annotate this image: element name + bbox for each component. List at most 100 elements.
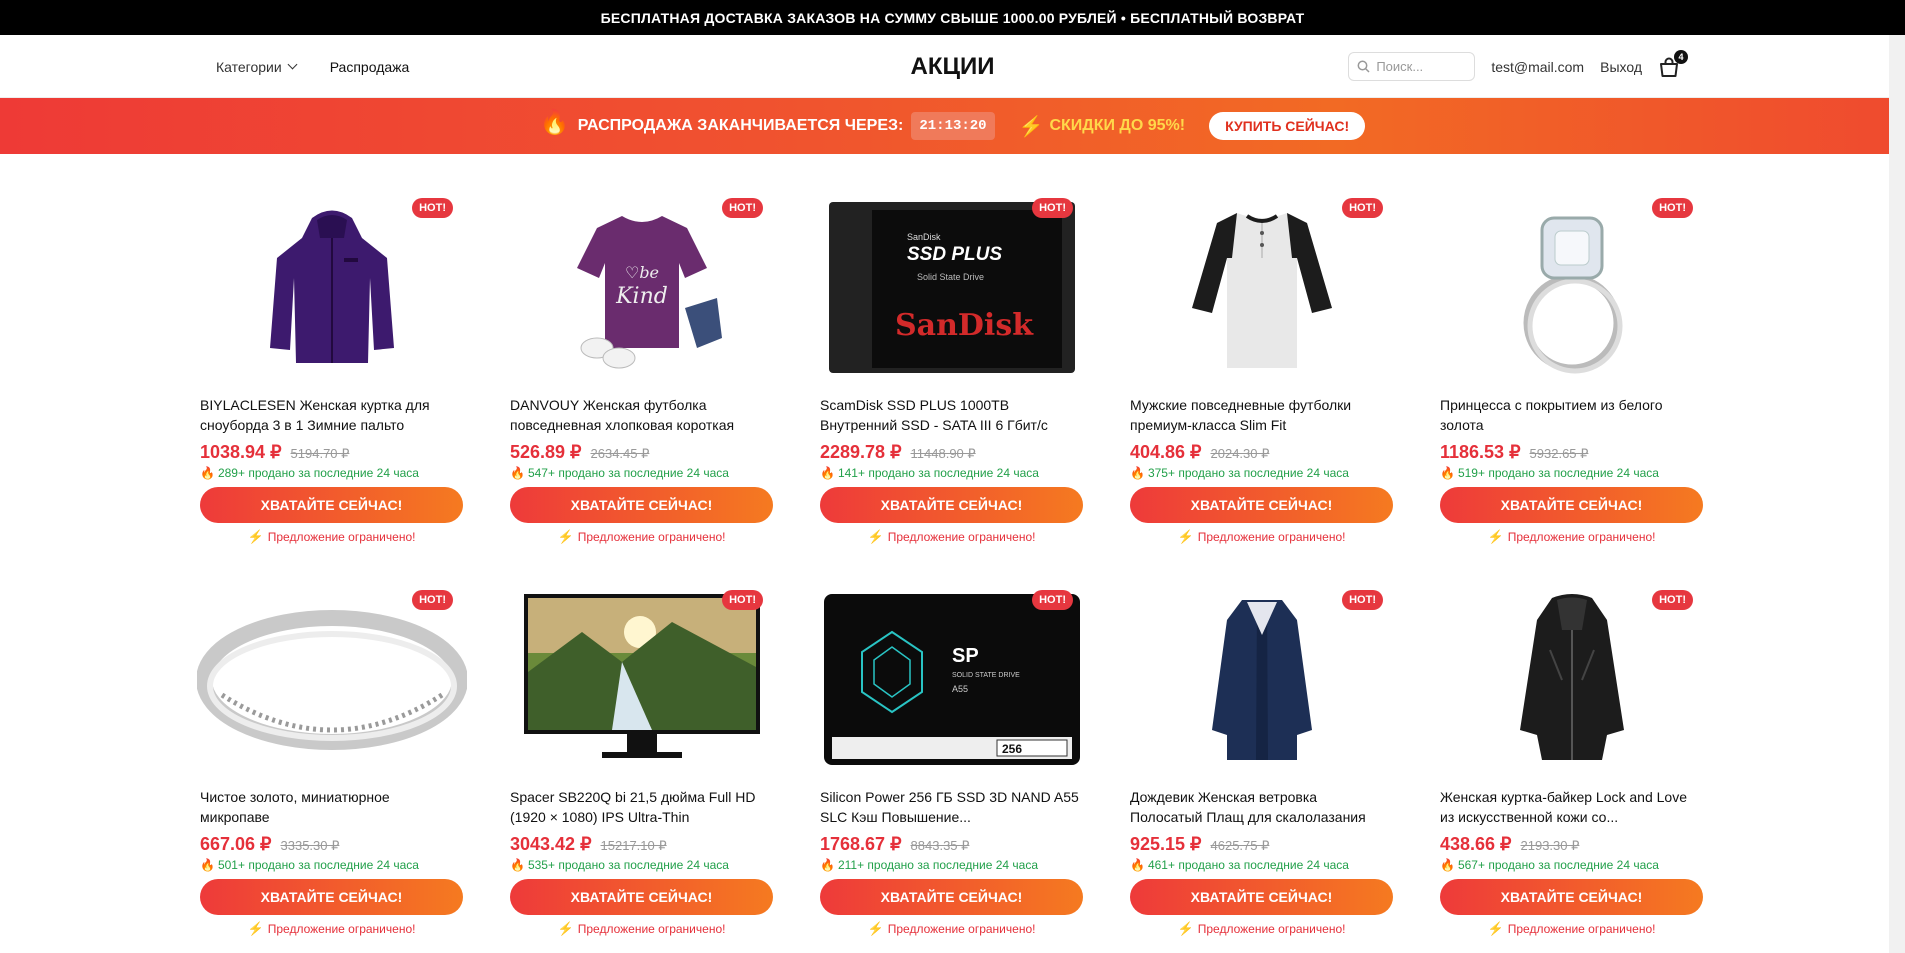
price-row: 1038.94 ₽ 5194.70 ₽ <box>200 442 463 463</box>
old-price: 8843.35 ₽ <box>910 838 970 853</box>
limited-offer: ⚡ Предложение ограничено! <box>510 921 773 937</box>
grab-now-button[interactable]: ХВАТАЙТЕ СЕЙЧАС! <box>1130 879 1393 915</box>
product-image[interactable]: HOT! <box>1440 195 1703 385</box>
product-image[interactable]: HOT! ♡be Kind <box>510 195 773 385</box>
sale-link[interactable]: Распродажа <box>330 59 410 75</box>
old-price: 11448.90 ₽ <box>910 446 976 461</box>
sold-text: 461+ продано за последние 24 часа <box>1147 858 1349 872</box>
grab-now-button[interactable]: ХВАТАЙТЕ СЕЙЧАС! <box>200 879 463 915</box>
old-price: 15217.10 ₽ <box>600 838 667 853</box>
product-name[interactable]: DANVOUY Женская футболка повседневная хл… <box>510 395 773 435</box>
grab-now-button[interactable]: ХВАТАЙТЕ СЕЙЧАС! <box>820 879 1083 915</box>
product-price: 667.06 ₽ <box>200 834 272 854</box>
silver-band-image <box>195 600 468 765</box>
search-input[interactable] <box>1376 59 1467 74</box>
product-image[interactable]: HOT! <box>510 587 773 777</box>
fire-icon: 🔥 <box>1130 858 1145 872</box>
product-card[interactable]: HOT! Принцесса с покрытием из белого зол… <box>1440 195 1703 550</box>
product-card[interactable]: HOT! SanDisk SSD PLUS Solid State Drive San… <box>820 195 1083 550</box>
product-price: 925.15 ₽ <box>1130 834 1202 854</box>
product-name[interactable]: ScamDisk SSD PLUS 1000TB Внутренний SSD … <box>820 395 1083 435</box>
product-card[interactable]: HOT! SP SOLID STATE DRIVE A55 256 Silicon P… <box>820 587 1083 942</box>
product-image[interactable]: HOT! SanDisk SSD PLUS Solid State Drive San… <box>820 195 1083 385</box>
header-nav: Категории Распродажа <box>216 35 409 98</box>
search-icon <box>1357 60 1370 73</box>
limited-text: Предложение ограничено! <box>1197 530 1346 544</box>
product-price: 1038.94 ₽ <box>200 442 282 462</box>
product-name[interactable]: Принцесса с покрытием из белого золота <box>1440 395 1703 435</box>
grab-now-button[interactable]: ХВАТАЙТЕ СЕЙЧАС! <box>510 487 773 523</box>
product-image[interactable]: HOT! <box>195 587 468 777</box>
product-name[interactable]: BIYLACLESEN Женская куртка для сноуборда… <box>200 395 463 435</box>
product-card[interactable]: HOT! Дождевик Женская ветровка Полосатый… <box>1130 587 1393 942</box>
price-row: 667.06 ₽ 3335.30 ₽ <box>200 834 463 855</box>
product-card[interactable]: HOT! Женская куртка-байкер Lock and Love… <box>1440 587 1703 942</box>
product-name[interactable]: Silicon Power 256 ГБ SSD 3D NAND A55 SLC… <box>820 787 1083 827</box>
limited-text: Предложение ограничено! <box>1507 530 1656 544</box>
svg-text:A55: A55 <box>952 684 968 694</box>
product-card[interactable]: HOT! Spacer SB220Q bi 21,5 дюйма Full HD… <box>510 587 773 942</box>
product-card[interactable]: HOT! Чистое золото, миниатюрное микропав… <box>195 587 468 942</box>
sold-count: 🔥 547+ продано за последние 24 часа <box>510 466 773 480</box>
bolt-icon: ⚡ <box>1177 529 1194 544</box>
price-row: 526.89 ₽ 2634.45 ₽ <box>510 442 773 463</box>
search-box[interactable] <box>1348 52 1476 81</box>
product-price: 3043.42 ₽ <box>510 834 592 854</box>
purple-jacket-image <box>262 198 402 383</box>
svg-text:SP: SP <box>952 645 979 667</box>
svg-text:SanDisk: SanDisk <box>895 308 1034 343</box>
categories-label: Категории <box>216 58 282 75</box>
page-scrollbar[interactable] <box>1889 35 1905 953</box>
grab-now-button[interactable]: ХВАТАЙТЕ СЕЙЧАС! <box>200 487 463 523</box>
product-name[interactable]: Дождевик Женская ветровка Полосатый Плащ… <box>1130 787 1393 827</box>
bolt-icon: ⚡ <box>247 921 264 936</box>
product-name[interactable]: Женская куртка-байкер Lock and Love из и… <box>1440 787 1703 827</box>
hot-badge: HOT! <box>1342 198 1383 218</box>
cart-button[interactable]: 4 <box>1658 49 1688 78</box>
site-header: Категории Распродажа АКЦИИ test@mail.com… <box>0 35 1905 98</box>
svg-text:Solid State Drive: Solid State Drive <box>917 272 984 282</box>
limited-offer: ⚡ Предложение ограничено! <box>1130 921 1393 937</box>
product-name[interactable]: Чистое золото, миниатюрное микропаве <box>200 787 463 827</box>
sold-count: 🔥 501+ продано за последние 24 часа <box>200 858 463 872</box>
fire-icon: 🔥 <box>1440 858 1455 872</box>
hot-badge: HOT! <box>1032 198 1073 218</box>
limited-text: Предложение ограничено! <box>1197 922 1346 936</box>
price-row: 3043.42 ₽ 15217.10 ₽ <box>510 834 773 855</box>
product-image[interactable]: HOT! <box>1130 195 1393 385</box>
categories-dropdown[interactable]: Категории <box>216 58 298 75</box>
fire-icon: 🔥 <box>820 858 835 872</box>
buy-now-button[interactable]: КУПИТЬ СЕЙЧАС! <box>1209 112 1366 140</box>
limited-offer: ⚡ Предложение ограничено! <box>510 529 773 545</box>
product-card[interactable]: HOT! ♡be Kind DANVOUY Женская футболка по… <box>510 195 773 550</box>
grab-now-button[interactable]: ХВАТАЙТЕ СЕЙЧАС! <box>1130 487 1393 523</box>
limited-offer: ⚡ Предложение ограничено! <box>1130 529 1393 545</box>
product-name[interactable]: Spacer SB220Q bi 21,5 дюйма Full HD (192… <box>510 787 773 827</box>
sold-text: 519+ продано за последние 24 часа <box>1457 466 1659 480</box>
grab-now-button[interactable]: ХВАТАЙТЕ СЕЙЧАС! <box>510 879 773 915</box>
fire-icon: 🔥 <box>510 466 525 480</box>
product-card[interactable]: HOT! BIYLACLESEN Женская куртка для сноу… <box>200 195 463 550</box>
old-price: 5194.70 ₽ <box>290 446 350 461</box>
grab-now-button[interactable]: ХВАТАЙТЕ СЕЙЧАС! <box>1440 487 1703 523</box>
product-image[interactable]: HOT! SP SOLID STATE DRIVE A55 256 <box>820 587 1083 777</box>
grab-now-button[interactable]: ХВАТАЙТЕ СЕЙЧАС! <box>1440 879 1703 915</box>
user-email[interactable]: test@mail.com <box>1491 59 1584 75</box>
bolt-icon: ⚡ <box>557 529 574 544</box>
limited-offer: ⚡ Предложение ограничено! <box>820 921 1083 937</box>
limited-offer: ⚡ Предложение ограничено! <box>200 921 463 937</box>
product-card[interactable]: HOT! Мужские повседневные футболки преми… <box>1130 195 1393 550</box>
product-image[interactable]: HOT! <box>1130 587 1393 777</box>
svg-text:256: 256 <box>1002 742 1022 756</box>
logout-link[interactable]: Выход <box>1600 59 1642 75</box>
product-image[interactable]: HOT! <box>1440 587 1703 777</box>
product-image[interactable]: HOT! <box>200 195 463 385</box>
product-name[interactable]: Мужские повседневные футболки премиум-кл… <box>1130 395 1393 435</box>
sold-count: 🔥 535+ продано за последние 24 часа <box>510 858 773 872</box>
countdown-timer: 21:13:20 <box>911 112 995 140</box>
grab-now-button[interactable]: ХВАТАЙТЕ СЕЙЧАС! <box>820 487 1083 523</box>
ssd-brand-top: SanDisk <box>907 232 941 242</box>
old-price: 5932.65 ₽ <box>1529 446 1589 461</box>
product-price: 526.89 ₽ <box>510 442 582 462</box>
price-row: 404.86 ₽ 2024.30 ₽ <box>1130 442 1393 463</box>
